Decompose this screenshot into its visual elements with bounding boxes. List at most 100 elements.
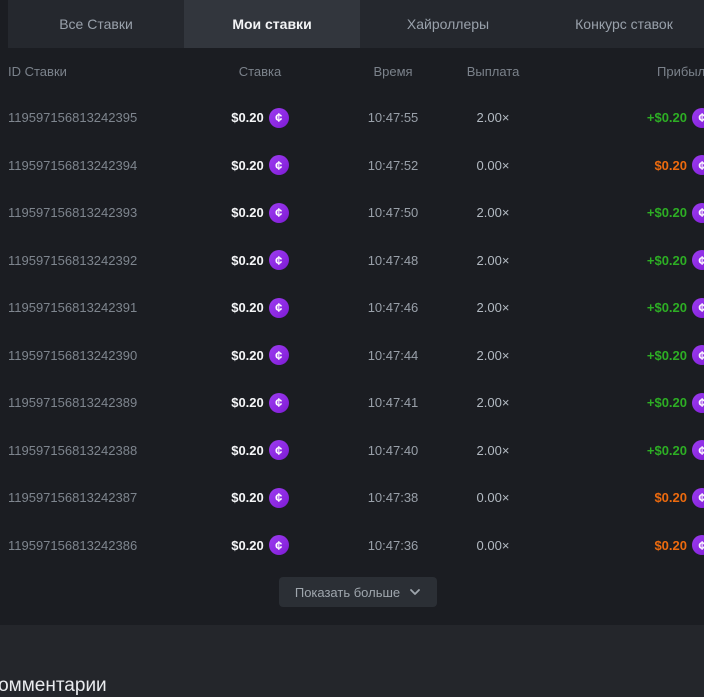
tab-label: Все Ставки <box>59 16 133 32</box>
bet-time: 10:47:41 <box>332 395 454 410</box>
bet-time: 10:47:36 <box>332 538 454 553</box>
bet-payout: 0.00× <box>454 490 532 505</box>
bet-id[interactable]: 119597156813242392 <box>8 253 188 268</box>
bet-row: 119597156813242391 $0.20 ¢ 10:47:46 2.00… <box>8 284 704 332</box>
column-header-bet: Ставка <box>188 64 332 79</box>
bet-row: 119597156813242390 $0.20 ¢ 10:47:44 2.00… <box>8 332 704 380</box>
bet-amount: $0.20 ¢ <box>188 203 332 223</box>
bet-amount-value: $0.20 <box>231 205 264 220</box>
bet-amount-value: $0.20 <box>231 395 264 410</box>
bet-amount: $0.20 ¢ <box>188 250 332 270</box>
bet-id[interactable]: 119597156813242393 <box>8 205 188 220</box>
bet-profit: $0.20 ¢ <box>532 155 704 175</box>
bet-profit: $0.20 ¢ <box>532 535 704 555</box>
bet-profit: +$0.20 ¢ <box>532 345 704 365</box>
coin-icon: ¢ <box>269 535 289 555</box>
bet-row: 119597156813242389 $0.20 ¢ 10:47:41 2.00… <box>8 379 704 427</box>
comments-section: Комментарии <box>0 625 704 697</box>
column-header-payout: Выплата <box>454 64 532 79</box>
coin-icon: ¢ <box>269 440 289 460</box>
coin-icon: ¢ <box>269 203 289 223</box>
bet-amount-value: $0.20 <box>231 490 264 505</box>
bet-profit: +$0.20 ¢ <box>532 298 704 318</box>
bet-amount: $0.20 ¢ <box>188 345 332 365</box>
bet-amount: $0.20 ¢ <box>188 535 332 555</box>
tab-bet-race[interactable]: Конкурс ставок <box>536 0 704 48</box>
show-more-label: Показать больше <box>295 585 400 600</box>
bet-payout: 2.00× <box>454 300 532 315</box>
bet-amount-value: $0.20 <box>231 348 264 363</box>
tab-all-bets[interactable]: Все Ставки <box>8 0 184 48</box>
bet-row: 119597156813242388 $0.20 ¢ 10:47:40 2.00… <box>8 427 704 475</box>
bet-id[interactable]: 119597156813242387 <box>8 490 188 505</box>
bet-time: 10:47:55 <box>332 110 454 125</box>
coin-icon: ¢ <box>269 298 289 318</box>
coin-icon: ¢ <box>269 488 289 508</box>
coin-icon: ¢ <box>692 488 704 508</box>
bet-payout: 2.00× <box>454 348 532 363</box>
bet-row: 119597156813242394 $0.20 ¢ 10:47:52 0.00… <box>8 142 704 190</box>
tab-highrollers[interactable]: Хайроллеры <box>360 0 536 48</box>
bet-amount: $0.20 ¢ <box>188 298 332 318</box>
bet-amount-value: $0.20 <box>231 110 264 125</box>
bet-profit-value: +$0.20 <box>647 205 687 220</box>
bet-profit-value: +$0.20 <box>647 300 687 315</box>
bet-profit-value: $0.20 <box>654 490 687 505</box>
bet-payout: 0.00× <box>454 538 532 553</box>
column-header-id: ID Ставки <box>8 64 188 79</box>
bet-amount: $0.20 ¢ <box>188 488 332 508</box>
bets-tab-bar: Все Ставки Мои ставки Хайроллеры Конкурс… <box>8 0 704 48</box>
column-header-time: Время <box>332 64 454 79</box>
bet-row: 119597156813242387 $0.20 ¢ 10:47:38 0.00… <box>8 474 704 522</box>
bet-amount-value: $0.20 <box>231 538 264 553</box>
coin-icon: ¢ <box>269 393 289 413</box>
coin-icon: ¢ <box>692 298 704 318</box>
bet-profit: +$0.20 ¢ <box>532 203 704 223</box>
coin-icon: ¢ <box>692 203 704 223</box>
bet-time: 10:47:50 <box>332 205 454 220</box>
bet-profit-value: +$0.20 <box>647 110 687 125</box>
bet-id[interactable]: 119597156813242389 <box>8 395 188 410</box>
bet-profit: +$0.20 ¢ <box>532 393 704 413</box>
bet-amount-value: $0.20 <box>231 253 264 268</box>
chevron-down-icon <box>409 586 421 598</box>
coin-icon: ¢ <box>692 250 704 270</box>
bet-amount: $0.20 ¢ <box>188 108 332 128</box>
bet-profit: +$0.20 ¢ <box>532 250 704 270</box>
coin-icon: ¢ <box>692 535 704 555</box>
bet-amount: $0.20 ¢ <box>188 155 332 175</box>
coin-icon: ¢ <box>269 155 289 175</box>
coin-icon: ¢ <box>692 108 704 128</box>
bet-row: 119597156813242392 $0.20 ¢ 10:47:48 2.00… <box>8 237 704 285</box>
bet-id[interactable]: 119597156813242391 <box>8 300 188 315</box>
bet-time: 10:47:40 <box>332 443 454 458</box>
bet-profit-value: +$0.20 <box>647 395 687 410</box>
bet-profit: $0.20 ¢ <box>532 488 704 508</box>
bet-payout: 2.00× <box>454 443 532 458</box>
bet-id[interactable]: 119597156813242394 <box>8 158 188 173</box>
bet-payout: 2.00× <box>454 110 532 125</box>
tab-label: Мои ставки <box>232 16 311 32</box>
tab-my-bets[interactable]: Мои ставки <box>184 0 360 48</box>
bet-payout: 2.00× <box>454 253 532 268</box>
bet-payout: 0.00× <box>454 158 532 173</box>
bet-amount-value: $0.20 <box>231 158 264 173</box>
bet-id[interactable]: 119597156813242395 <box>8 110 188 125</box>
bet-profit-value: +$0.20 <box>647 443 687 458</box>
show-more-button[interactable]: Показать больше <box>279 577 437 607</box>
bet-id[interactable]: 119597156813242386 <box>8 538 188 553</box>
bet-row: 119597156813242386 $0.20 ¢ 10:47:36 0.00… <box>8 522 704 570</box>
bet-profit-value: $0.20 <box>654 538 687 553</box>
bet-profit-value: +$0.20 <box>647 348 687 363</box>
coin-icon: ¢ <box>692 393 704 413</box>
column-header-profit: Прибыль <box>532 64 704 79</box>
bets-table: ID Ставки Ставка Время Выплата Прибыль 1… <box>0 48 704 625</box>
bet-profit-value: $0.20 <box>654 158 687 173</box>
bet-id[interactable]: 119597156813242388 <box>8 443 188 458</box>
coin-icon: ¢ <box>269 250 289 270</box>
bet-amount-value: $0.20 <box>231 443 264 458</box>
bet-amount-value: $0.20 <box>231 300 264 315</box>
bet-id[interactable]: 119597156813242390 <box>8 348 188 363</box>
coin-icon: ¢ <box>269 345 289 365</box>
bet-time: 10:47:38 <box>332 490 454 505</box>
